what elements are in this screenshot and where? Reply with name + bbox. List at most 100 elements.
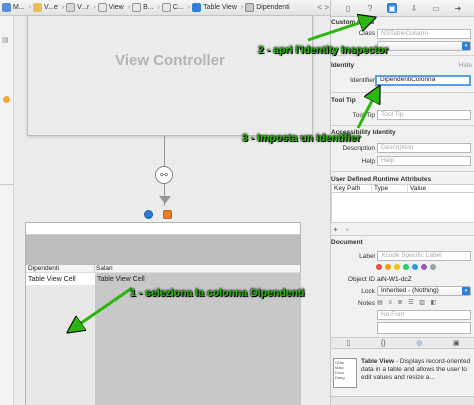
help-field[interactable]: Help <box>377 156 471 166</box>
breadcrumb-item-project[interactable]: M... <box>2 3 25 12</box>
udra-add-remove-buttons[interactable]: + - <box>333 225 352 234</box>
udra-section-title: User Defined Runtime Attributes <box>331 176 432 183</box>
quick-help-icon[interactable]: ? <box>365 3 375 13</box>
column-header-salari[interactable]: Salari <box>96 265 113 272</box>
label-label: Label <box>359 253 375 260</box>
document-section-title: Document <box>331 239 363 246</box>
notes-format-toolbar[interactable]: ▤ ≡ ≣ ☰ ▥ ◧ <box>377 299 471 308</box>
nav-arrows[interactable]: < > <box>317 3 329 12</box>
table-column-dipendenti-body[interactable] <box>26 285 95 405</box>
file-template-library-icon[interactable]: ▯ <box>346 339 350 347</box>
color-swatch[interactable] <box>430 264 436 270</box>
section-divider <box>331 171 474 172</box>
library-filter-bar[interactable] <box>331 396 474 405</box>
label-color-swatches <box>376 264 436 270</box>
object-library-icon[interactable]: ◎ <box>416 339 422 347</box>
jump-bar: M... › V...e › V...r › View › B... › C..… <box>0 0 330 16</box>
breadcrumb-separator: › <box>61 4 65 11</box>
annotation-step1: 1 - seleziona la colonna Dipendenti <box>130 287 305 299</box>
class-field[interactable]: NSTableColumn <box>377 29 471 39</box>
first-responder-icon[interactable] <box>163 210 172 219</box>
attributes-inspector-icon[interactable]: ⇩ <box>409 3 419 13</box>
project-icon <box>2 3 11 12</box>
breadcrumb-separator: › <box>240 4 244 11</box>
library-item-title: Table View <box>361 358 394 365</box>
view-controller-scene[interactable]: View Controller <box>27 16 313 136</box>
module-popup[interactable]: ▾ <box>377 41 471 51</box>
library-item-description: Table View - Displays record-oriented da… <box>361 358 471 382</box>
clip-view-icon <box>161 3 171 12</box>
identity-section-title: Identity <box>331 62 355 69</box>
code-snippet-library-icon[interactable]: {} <box>381 340 386 347</box>
breadcrumb-item-tableview[interactable]: Table View <box>192 3 237 12</box>
notes-text-area[interactable] <box>377 322 471 334</box>
udra-key-path-header[interactable]: Key Path <box>332 185 372 192</box>
breadcrumb-item-view[interactable]: View <box>97 3 124 12</box>
udra-table-body[interactable] <box>331 193 474 223</box>
breadcrumb-item-storyboard[interactable]: V...r <box>66 3 89 12</box>
thumb-line: Dang <box>335 375 345 380</box>
table-view-thumbnail-icon: Grab Malo Doco Dang <box>333 358 357 388</box>
library-item-table-view[interactable]: Grab Malo Doco Dang Table View - Display… <box>331 356 474 394</box>
lock-label: Lock <box>361 288 375 295</box>
section-divider <box>331 235 474 236</box>
breadcrumb-label: Dipendenti <box>256 4 290 11</box>
color-swatch[interactable] <box>412 264 418 270</box>
color-swatch[interactable] <box>376 264 382 270</box>
identifier-field[interactable]: DipendentiColonna <box>375 75 471 86</box>
gutter-divider <box>0 184 14 185</box>
column-divider[interactable] <box>94 265 95 273</box>
scroll-view-icon <box>132 3 142 12</box>
storyboard-icon <box>66 3 76 12</box>
table-view-cell[interactable]: Table View Cell <box>97 276 145 283</box>
column-header-dipendenti[interactable]: Dipendenti <box>28 265 59 272</box>
custom-class-section-title: Custom Class <box>331 19 375 26</box>
utilities-inspector: ▯ ? ▣ ⇩ ▭ ➜ Custom Class Class NSTableCo… <box>330 0 474 405</box>
breadcrumb-separator: › <box>28 4 32 11</box>
scene-dock <box>144 210 172 219</box>
segue-icon[interactable]: ⚯ <box>155 166 173 184</box>
identity-hide-link[interactable]: Hide <box>459 62 472 69</box>
breadcrumb-item-border[interactable]: B... <box>132 3 154 12</box>
breadcrumb-item-clip[interactable]: C... <box>161 3 184 12</box>
breadcrumb-label: View <box>108 4 124 11</box>
breadcrumb-item-folder[interactable]: V...e <box>33 3 58 12</box>
media-library-icon[interactable]: ▣ <box>453 339 460 347</box>
tool-tip-field[interactable]: Tool Tip <box>377 110 471 120</box>
color-swatch[interactable] <box>403 264 409 270</box>
document-outline-gutter: ▤ <box>0 16 14 405</box>
inspector-tabs: ▯ ? ▣ ⇩ ▭ ➜ <box>331 0 474 17</box>
breadcrumb-label: C... <box>172 4 184 11</box>
table-view-controller-scene[interactable]: Dipendenti Salari Table View Cell Table … <box>25 222 301 405</box>
file-inspector-icon[interactable]: ▯ <box>343 3 353 13</box>
breadcrumb-label: V...e <box>44 4 58 11</box>
chevron-down-icon: ▾ <box>462 42 470 50</box>
udra-value-header[interactable]: Value <box>408 185 474 192</box>
color-swatch[interactable] <box>421 264 427 270</box>
outline-toggle-icon[interactable]: ▤ <box>2 36 9 44</box>
breadcrumb-label: V...r <box>77 4 90 11</box>
lock-popup[interactable]: Inherited - (Nothing) ▾ <box>377 286 471 296</box>
breadcrumb-label: B... <box>143 4 154 11</box>
connections-inspector-icon[interactable]: ➜ <box>453 3 463 13</box>
table-view-cell[interactable]: Table View Cell <box>28 276 76 283</box>
class-label: Class <box>358 30 375 37</box>
table-view-icon <box>192 3 202 12</box>
xcode-label-field[interactable]: Xcode Specific Label <box>377 251 471 261</box>
notes-font-field[interactable]: No Font <box>377 310 471 320</box>
color-swatch[interactable] <box>385 264 391 270</box>
identity-inspector-icon[interactable]: ▣ <box>387 3 397 13</box>
breadcrumb-separator: › <box>187 4 191 11</box>
breadcrumb-item-column[interactable]: Dipendenti <box>245 3 290 12</box>
description-field[interactable]: Description <box>377 143 471 153</box>
udra-type-header[interactable]: Type <box>372 185 408 192</box>
table-column-icon <box>245 3 255 12</box>
table-header: Dipendenti Salari <box>26 265 300 273</box>
section-divider <box>331 125 474 126</box>
controller-icon[interactable] <box>144 210 153 219</box>
color-swatch[interactable] <box>394 264 400 270</box>
storyboard-canvas[interactable]: View Controller ⚯ Dipendenti Salari Tabl… <box>14 16 330 405</box>
size-inspector-icon[interactable]: ▭ <box>431 3 441 13</box>
section-divider <box>331 92 474 93</box>
chevron-down-icon: ▾ <box>462 287 470 295</box>
